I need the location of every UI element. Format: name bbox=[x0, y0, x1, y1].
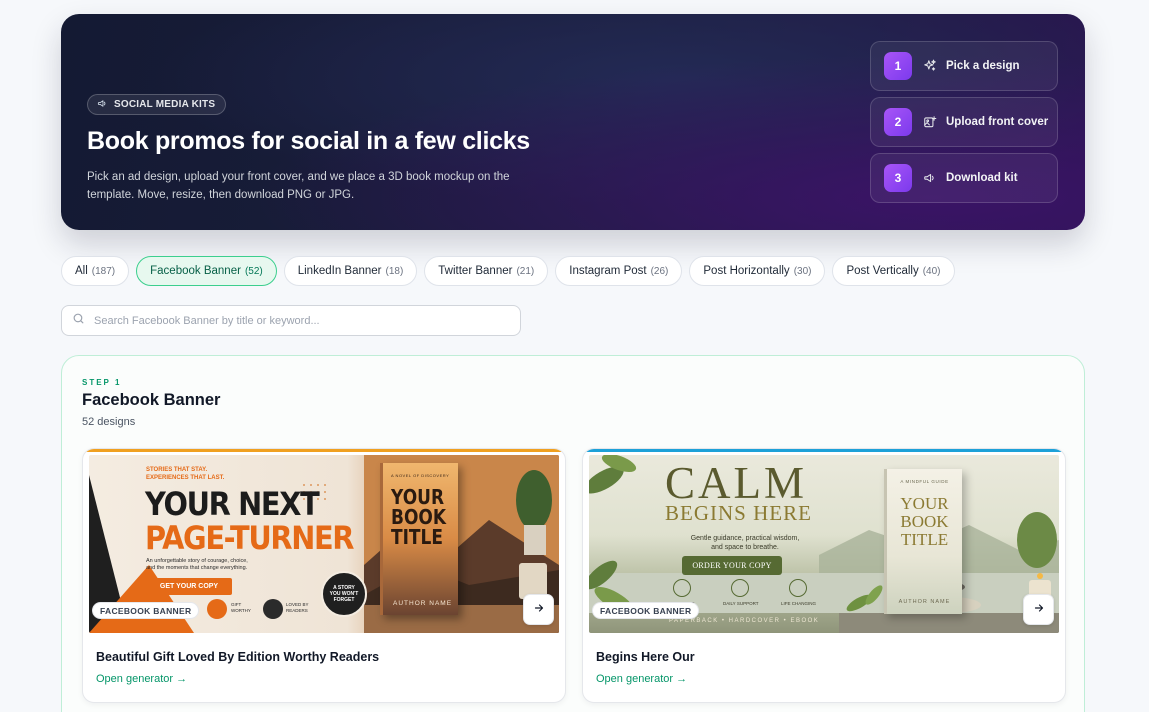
step-download-kit: 3 Download kit bbox=[870, 153, 1058, 203]
heart-icon bbox=[263, 599, 283, 619]
hero-title: Book promos for social in a few clicks bbox=[87, 127, 530, 155]
art-body: Gentle guidance, practical wisdom, and s… bbox=[690, 535, 800, 551]
design-card[interactable]: STORIES THAT STAY. EXPERIENCES THAT LAST… bbox=[82, 448, 566, 703]
search-box bbox=[61, 305, 521, 336]
filter-twitter-banner[interactable]: Twitter Banner (21) bbox=[424, 256, 549, 286]
filter-count: (187) bbox=[91, 265, 116, 277]
gift-icon bbox=[207, 599, 227, 619]
art-seal-label: A STORY YOU WON'T FORGET bbox=[329, 585, 359, 603]
designs-panel: STEP 1 Facebook Banner 52 designs STORIE… bbox=[61, 355, 1085, 712]
open-generator-link[interactable]: Open generator → bbox=[596, 673, 687, 685]
art-headline-1: YOUR NEXT bbox=[145, 485, 320, 523]
art-feature-2: DAILY SUPPORT bbox=[723, 601, 759, 606]
search-input[interactable] bbox=[94, 314, 520, 327]
filter-linkedin-banner[interactable]: LinkedIn Banner (18) bbox=[283, 256, 418, 286]
book-mockup: A NOVEL OF DISCOVERY YOUR BOOK TITLE AUT… bbox=[380, 463, 458, 615]
sparkles-icon bbox=[922, 58, 938, 74]
art-feature-1: GIFT WORTHY bbox=[231, 602, 251, 613]
open-arrow-button[interactable] bbox=[1023, 594, 1054, 625]
megaphone-icon bbox=[922, 170, 938, 186]
open-arrow-button[interactable] bbox=[523, 594, 554, 625]
book-title: YOUR BOOK TITLE bbox=[900, 494, 949, 549]
art-headline-2: BEGINS HERE bbox=[665, 501, 812, 525]
book-tagline: A NOVEL OF DISCOVERY bbox=[391, 473, 450, 478]
step-upload-cover: 2 Upload front cover bbox=[870, 97, 1058, 147]
step-number: 1 bbox=[884, 52, 912, 80]
book-title: YOUR BOOK TITLE bbox=[391, 485, 447, 549]
step-label: Pick a design bbox=[946, 60, 1020, 72]
search-icon bbox=[72, 312, 85, 330]
step-label: Upload front cover bbox=[946, 116, 1049, 128]
art-cta: GET YOUR COPY bbox=[146, 578, 232, 595]
design-card[interactable]: CALM BEGINS HERE Gentle guidance, practi… bbox=[582, 448, 1066, 703]
filter-count: (18) bbox=[385, 265, 404, 277]
filter-label: Twitter Banner bbox=[438, 265, 513, 277]
filter-count: (40) bbox=[922, 265, 941, 277]
filter-count: (52) bbox=[244, 265, 263, 277]
filter-facebook-banner[interactable]: Facebook Banner (52) bbox=[136, 256, 277, 286]
filter-count: (21) bbox=[516, 265, 535, 277]
book-kicker: A MINDFUL GUIDE bbox=[900, 479, 949, 484]
filter-post-vertically[interactable]: Post Vertically (40) bbox=[832, 256, 955, 286]
art-cta: ORDER YOUR COPY bbox=[682, 556, 782, 575]
art-kicker: STORIES THAT STAY. EXPERIENCES THAT LAST… bbox=[146, 467, 225, 481]
filter-instagram-post[interactable]: Instagram Post (26) bbox=[555, 256, 683, 286]
art-headline-2: PAGE-TURNER bbox=[145, 519, 354, 557]
art-feature-3: LIFE CHANGING bbox=[781, 601, 817, 606]
card-title: Begins Here Our bbox=[596, 650, 695, 664]
filter-label: Post Vertically bbox=[846, 265, 919, 277]
hero-subtitle: Pick an ad design, upload your front cov… bbox=[87, 171, 510, 201]
category-badge: FACEBOOK BANNER bbox=[592, 602, 700, 619]
meditation-icon bbox=[731, 579, 749, 597]
filter-label: Facebook Banner bbox=[150, 265, 241, 277]
design-thumbnail[interactable]: STORIES THAT STAY. EXPERIENCES THAT LAST… bbox=[89, 455, 559, 633]
design-thumbnail[interactable]: CALM BEGINS HERE Gentle guidance, practi… bbox=[589, 455, 1059, 633]
heart-leaf-icon bbox=[789, 579, 807, 597]
card-accent-bar bbox=[83, 449, 565, 452]
category-badge: FACEBOOK BANNER bbox=[92, 602, 200, 619]
filter-post-horizontally[interactable]: Post Horizontally (30) bbox=[689, 256, 826, 286]
filter-count: (30) bbox=[793, 265, 812, 277]
panel-title: Facebook Banner bbox=[82, 391, 221, 409]
step-pick-design: 1 Pick a design bbox=[870, 41, 1058, 91]
book-open-icon bbox=[673, 579, 691, 597]
design-count: 52 designs bbox=[82, 416, 136, 428]
hero-tag-label: SOCIAL MEDIA KITS bbox=[114, 99, 216, 110]
step-tag: STEP 1 bbox=[82, 378, 122, 387]
book-author: AUTHOR NAME bbox=[898, 599, 951, 605]
steps-list: 1 Pick a design 2 Upload front cover 3 D… bbox=[870, 41, 1058, 209]
filter-all[interactable]: All (187) bbox=[61, 256, 130, 286]
step-number: 3 bbox=[884, 164, 912, 192]
filter-count: (26) bbox=[650, 265, 669, 277]
category-filters: All (187) Facebook Banner (52) LinkedIn Ba… bbox=[61, 256, 955, 286]
art-cta-label: GET YOUR COPY bbox=[159, 583, 219, 590]
filter-label: Instagram Post bbox=[569, 265, 647, 277]
art-seal: A STORY YOU WON'T FORGET bbox=[321, 571, 367, 617]
art-cta-label: ORDER YOUR COPY bbox=[692, 561, 772, 570]
hero-banner: SOCIAL MEDIA KITS Book promos for social… bbox=[61, 14, 1085, 230]
step-label: Download kit bbox=[946, 172, 1018, 184]
megaphone-icon bbox=[97, 98, 108, 112]
art-body: An unforgettable story of courage, choic… bbox=[146, 558, 248, 571]
arrow-right-icon bbox=[1033, 601, 1045, 619]
filter-label: All bbox=[75, 265, 88, 277]
book-mockup: A MINDFUL GUIDE YOUR BOOK TITLE AUTHOR N… bbox=[884, 469, 962, 614]
hero-tag: SOCIAL MEDIA KITS bbox=[87, 94, 227, 115]
card-title: Beautiful Gift Loved By Edition Worthy R… bbox=[96, 650, 380, 664]
art-feature-2: LOVED BY READERS bbox=[286, 602, 309, 613]
step-number: 2 bbox=[884, 108, 912, 136]
filter-label: LinkedIn Banner bbox=[297, 265, 382, 277]
card-accent-bar bbox=[583, 449, 1065, 452]
open-generator-link[interactable]: Open generator → bbox=[96, 673, 187, 685]
filter-label: Post Horizontally bbox=[703, 265, 790, 277]
arrow-right-icon bbox=[533, 601, 545, 619]
book-author: AUTHOR NAME bbox=[393, 600, 453, 607]
image-upload-icon bbox=[922, 114, 938, 130]
